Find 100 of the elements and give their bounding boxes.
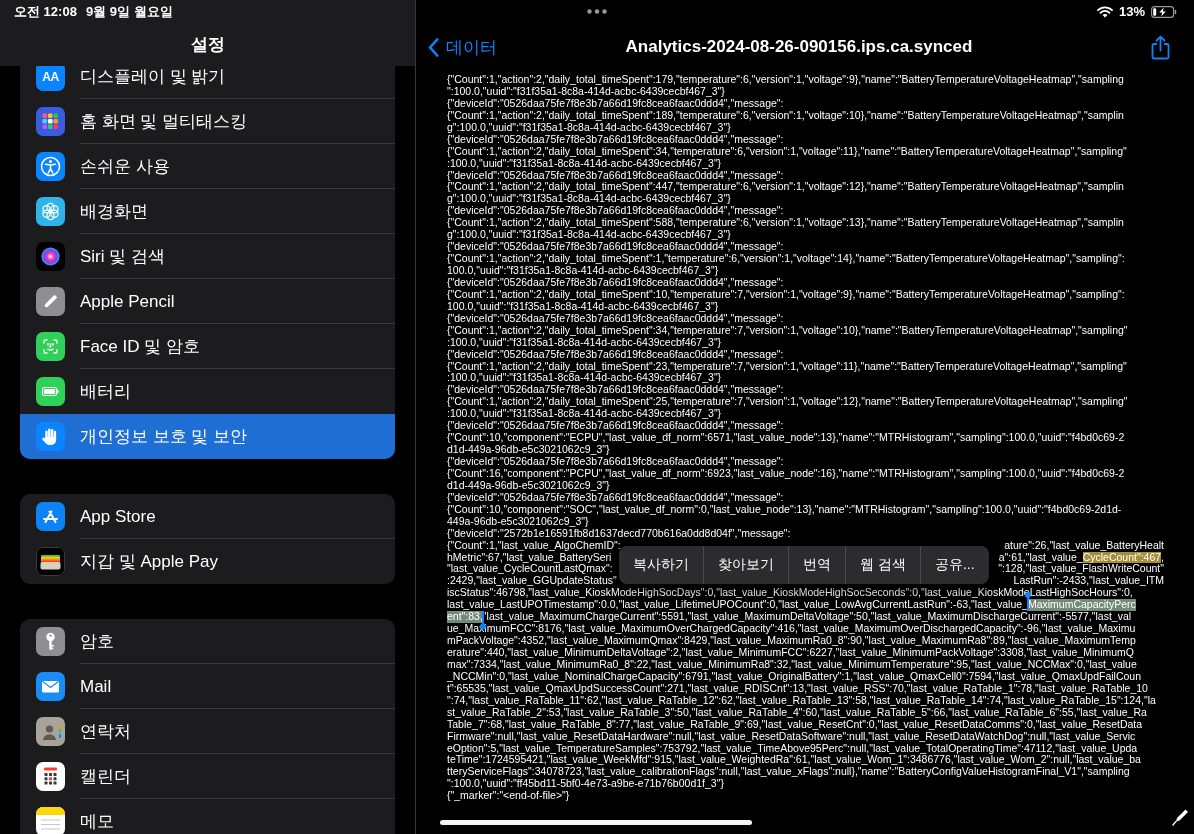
json-text: eOption":5,"last_value_TemperatureSamples":753792,"last_value_TimeAbove95Perc":null,"last_value_TotalOperatingTime":47112,"last_value_Upda [447,742,1138,755]
face-id-icon [36,332,65,361]
settings-item[interactable]: 메모 [20,799,395,834]
json-text: {"Count":1,"action":2,"daily_total_timeSpent":34,"temperature":7,"version":1,"voltage":10},"name":"BatteryTemperatureVoltageHeatmap","sampling" [447,324,1128,337]
wifi-icon [1096,6,1113,18]
flower-icon [36,197,65,226]
json-text: tteryServiceFlags":34078723,"last_value_calibrationFlags":null,"last_value_xFlags":null},"name":"BatteryConfigValueHistogramFinal_V1","sampling [447,766,1130,779]
settings-item[interactable]: Face ID 및 암호 [20,324,395,369]
siri-icon [36,242,65,271]
json-text: d1d-449a-96db-e5c3021062c9_3"} [447,444,610,456]
menu-item[interactable]: 번역 [788,546,845,585]
json-text: teTime":1724595421,"last_value_WeekMfd":915,"last_value_WeightedRa":61,"last_value_Wom_1":3486776,"last_value_Wom_2":null,"last_value_ba [447,754,1141,767]
json-text: {"deviceId":"0526daa75fe7f8e3b7a66d19fc8cea6faac0ddd4","message": [447,491,784,504]
json-text: ature":26,"last_value_BatteryHealt [1004,539,1164,552]
json-text: {"Count":1,"action":2,"daily_total_timeSpent":179,"temperature":6,"version":1,"voltage":9},"name":"BatteryTemperatureVoltageHeatmap","sampling [447,74,1124,86]
json-text: "last_value_MaximumChargeCurrent":5591,"last_value_MaximumDeltaVoltage":50,"last_value_MaximumDischargeCurrent":-5577,"last_val [482,611,1132,624]
json-text: {"deviceId":"0526daa75fe7f8e3b7a66d19fc8cea6faac0ddd4","message": [447,169,784,182]
settings-item[interactable]: 손쉬운 사용 [20,144,395,189]
json-text: {"Count":10,"component":"ECPU","last_value_df_norm":6571,"last_value_node":13},"name":"MTRHistogram","sampling":100.0,"uuid":"f4bd0c69-2 [447,432,1125,445]
settings-item[interactable]: Mail [20,664,395,709]
json-text: :100.0,"uuid":"f31f35a1-8c8a-414d-acbc-6439cecbf467_3"} [447,336,722,349]
back-button[interactable]: 데이터 [428,35,497,59]
settings-item[interactable]: Siri 및 검색 [20,234,395,279]
settings-item[interactable]: Apple Pencil [20,279,395,324]
accessibility-icon [36,152,65,181]
settings-item[interactable]: 홈 화면 및 멀티태스킹 [20,99,395,144]
app-grid-icon [36,107,65,136]
json-text: Firmware":null,"last_value_ResetDataHardware":null,"last_value_ResetDataSoftware":null,"last_value_ResetDataWatchDog":null,"last_value_Servic [447,730,1136,743]
pen-icon[interactable] [1172,808,1188,826]
settings-item[interactable]: 배터리 [20,369,395,414]
json-text: {"deviceId":"0526daa75fe7f8e3b7a66d19fc8cea6faac0ddd4","message": [447,312,784,325]
json-text: {"Count":1,"action":2,"daily_total_timeSpent":34,"temperature":6,"version":1,"voltage":11},"name":"BatteryTemperatureVoltageHeatmap","sampling" [447,145,1127,158]
json-text: {"deviceId":"0526daa75fe7f8e3b7a66d19fc8cea6faac0ddd4","message": [447,456,784,468]
app-store-icon [36,502,65,531]
settings-item[interactable]: 개인정보 보호 및 보안 [20,414,395,459]
json-text: , [1161,551,1164,564]
status-time: 오전 12:08 [14,4,77,20]
json-text: {"Count":1,"action":2,"daily_total_timeSpent":25,"temperature":7,"version":1,"voltage":12},"name":"BatteryTemperatureVoltageHeatmap","sampling" [447,396,1128,409]
json-text: {"_marker":"<end-of-file>"} [447,790,570,803]
back-chevron-icon [428,37,439,57]
json-text: g":100.0,"uuid":"f31f35a1-8c8a-414d-acbc-6439cecbf467_3"} [447,229,731,242]
highlighted-text: MaximumCapacityPerc [1027,599,1136,612]
json-text: g":100.0,"uuid":"f31f35a1-8c8a-414d-acbc-6439cecbf467_3"} [447,193,731,206]
document-title: Analytics-2024-08-26-090156.ips.ca.synced [625,37,973,57]
settings-item[interactable]: 캘린더 [20,754,395,799]
dots-icon[interactable] [587,9,607,14]
json-text: d1d-449a-96db-e5c3021062c9_3"} [447,479,610,492]
json-text: {"deviceId":"0526daa75fe7f8e3b7a66d19fc8cea6faac0ddd4","message": [447,241,784,254]
json-text: max":7334,"last_value_MinimumRa0_8":22,"last_value_MinimumRa8":32,"last_value_MinimumTemperature":95,"last_value_NCCMax":0,"last_value [447,658,1137,671]
settings-item[interactable]: App Store [20,494,395,539]
json-text: mPackVoltage":4352,"last_value_MaximumQmax":8429,"last_value_MaximumRa0_8":90,"last_value_MaximumRa8":89,"last_value_MaximumTemp [447,635,1136,647]
json-text: {"deviceId":"0526daa75fe7f8e3b7a66d19fc8cea6faac0ddd4","message": [447,97,784,110]
json-text: :100.0,"uuid":"f31f35a1-8c8a-414d-acbc-6439cecbf467_3"} [447,372,722,385]
status-date: 9월 9일 월요일 [85,4,173,20]
notes-icon [36,807,65,834]
menu-item[interactable]: 복사하기 [619,546,703,585]
wallet-icon [36,547,65,576]
settings-item[interactable]: 연락처 [20,709,395,754]
json-text: hMetric":67,"last_value_BatterySeri [447,551,612,564]
json-text: ":100.0,"uuid":"f31f35a1-8c8a-414d-acbc-6439cecbf467_3"} [447,85,725,98]
json-text: 100.0,"uuid":"f31f35a1-8c8a-414d-acbc-6439cecbf467_3"} [447,265,719,277]
menu-item[interactable]: 웹 검색 [845,546,920,585]
json-text: {"Count":1,"last_value_AlgoChemID": [447,539,621,552]
json-text: :100.0,"uuid":"f31f35a1-8c8a-414d-acbc-6439cecbf467_3"} [447,408,722,421]
json-text: iscStatus":46798,"last_value_KioskModeHighSocDays":0,"last_value_KioskModeHighSocSeconds":0,"last_value_KioskModeLastHighSocHours":0, [447,587,1133,600]
json-text: {"deviceId":"0526daa75fe7f8e3b7a66d19fc8cea6faac0ddd4","message": [447,205,784,218]
json-text: {"Count":1,"action":2,"daily_total_timeSpent":189,"temperature":6,"version":1,"voltage":10},"name":"BatteryTemperatureVoltageHeatmap","samplin [447,109,1124,122]
json-text: 449a-96db-e5c3021062c9_3"} [447,515,589,528]
calendar-icon [36,762,65,791]
json-text: st_value_RaTable_2":53,"last_value_RaTable_3":50,"last_value_RaTable_4":60,"last_value_RaTable_5":66,"last_value_RaTable_6":55,"last_value_Ra [447,706,1147,719]
json-text: ":128,"last_value_FlashWriteCount" [998,563,1164,576]
json-text: :100.0,"uuid":"f31f35a1-8c8a-414d-acbc-6439cecbf467_3"} [447,157,722,170]
settings-item[interactable]: 배경화면 [20,189,395,234]
contact-person-icon [36,717,65,746]
json-text: g":100.0,"uuid":"f31f35a1-8c8a-414d-acbc-6439cecbf467_3"} [447,121,731,134]
json-text: {"Count":16,"component":"PCPU","last_value_df_norm":6923,"last_value_node":16},"name":"MTRHistogram","sampling":100.0,"uuid":"f4bd0c69-2 [447,467,1125,480]
json-text: {"deviceId":"0526daa75fe7f8e3b7a66d19fc8cea6faac0ddd4","message": [447,384,784,397]
settings-item[interactable]: 암호 [20,619,395,664]
json-text: ":74,"last_value_RaTable_11":62,"last_value_RaTable_12":62,"last_value_RaTable_13":58,"last_value_RaTable_14":74,"last_value_RaTable_15":124,"la [447,694,1156,707]
share-icon[interactable] [1151,34,1170,60]
highlighted-text: ent":83, [447,611,483,624]
settings-title: 설정 [190,35,225,55]
json-text: {"deviceId":"0526daa75fe7f8e3b7a66d19fc8cea6faac0ddd4","message": [447,420,784,433]
json-text: ":100.0,"uuid":"ff45bd11-5bf0-4e73-a9be-e71b76b00d1f_3"} [447,778,724,791]
text-size-icon: AA [36,66,65,91]
json-text: {"deviceId":"0526daa75fe7f8e3b7a66d19fc8cea6faac0ddd4","message": [447,133,784,146]
settings-item[interactable]: 지갑 및 Apple Pay [20,539,395,584]
json-text: _NCCMin":0,"last_value_NominalChargeCapacity":6791,"last_value_OriginalBattery":1,"last_value_QmaxCell0":7594,"last_value_QmaxUpdFailCoun [447,670,1141,683]
json-text: "last_value_CycleCountLastQmax": [447,563,613,576]
menu-item[interactable]: 공유... [919,546,989,585]
json-text: :2429,"last_value_GGUpdateStatus" [447,575,617,588]
settings-item[interactable]: AA 디스플레이 및 밝기 [20,66,395,99]
json-text: a":61,"last_value_ [998,551,1083,564]
menu-item[interactable]: 찾아보기 [703,546,788,585]
json-text: {"Count":1,"action":2,"daily_total_timeSpent":588,"temperature":6,"version":1,"voltage":13},"name":"BatteryTemperatureVoltageHeatmap","samplin [447,217,1124,230]
json-text: {"deviceId":"0526daa75fe7f8e3b7a66d19fc8cea6faac0ddd4","message": [447,276,784,289]
json-text: last_value_LastUPOTimestamp":0.0,"last_value_LifetimeUPOCount":0,"last_value_LowAvgCurrentLastRun":-63,"last_value_ [447,599,1028,612]
json-text: Table_7":68,"last_value_RaTable_8":77,"last_value_RaTable_9":69,"last_value_ResetCnt":0,"last_value_ResetDataComms":0,"last_value_ResetData [447,718,1143,731]
key-icon [36,627,65,656]
json-text: {"Count":1,"action":2,"daily_total_timeSpent":10,"temperature":7,"version":1,"voltage":9},"name":"BatteryTemperatureVoltageHeatmap","sampling": [447,288,1125,301]
